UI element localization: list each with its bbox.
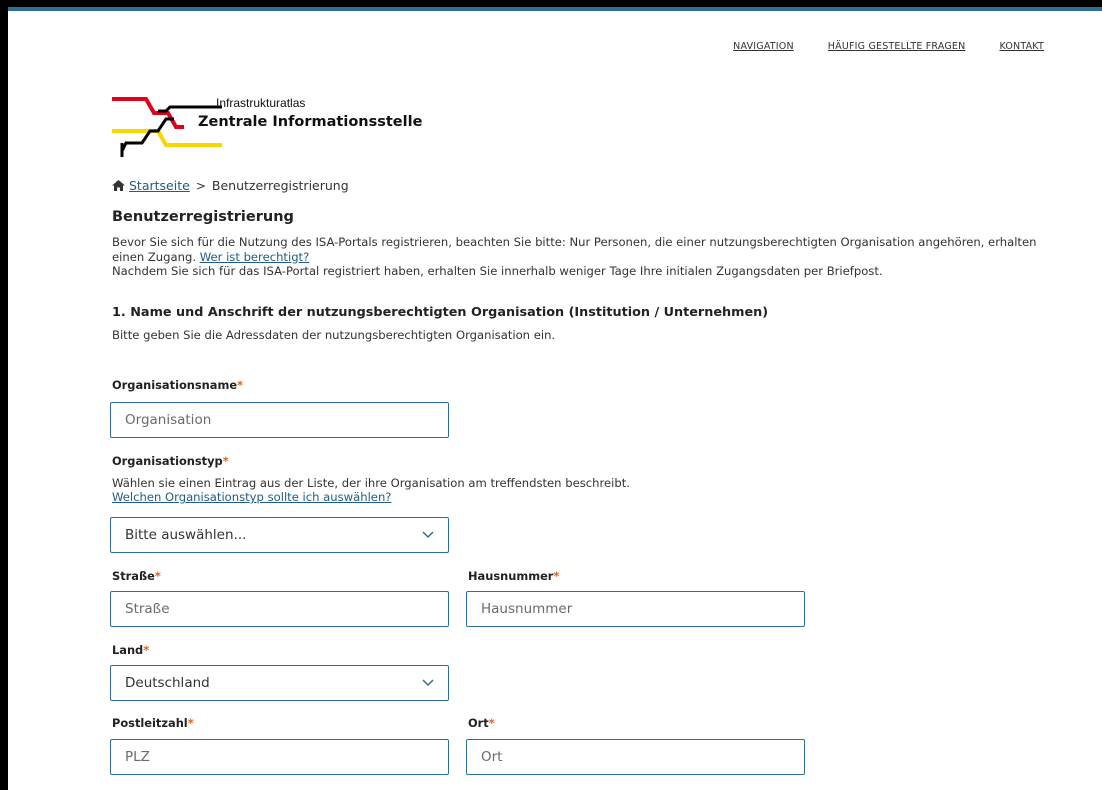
street-label-text: Straße: [112, 569, 155, 583]
logo-subtitle: Infrastrukturatlas: [216, 96, 306, 110]
org-type-label-text: Organisationstyp: [112, 454, 223, 468]
home-icon: [112, 180, 125, 191]
section-subtitle: Bitte geben Sie die Adressdaten der nutz…: [112, 327, 556, 342]
chevron-down-icon: [422, 679, 434, 687]
zip-input[interactable]: [110, 739, 449, 775]
country-label: Land*: [112, 643, 149, 657]
street-label: Straße*: [112, 569, 161, 583]
org-name-label-text: Organisationsname: [112, 378, 238, 392]
org-name-input[interactable]: [110, 402, 449, 438]
required-mark: *: [187, 716, 194, 730]
required-mark: *: [222, 454, 229, 468]
zip-label: Postleitzahl*: [112, 716, 194, 730]
section-title: 1. Name und Anschrift der nutzungsberech…: [112, 304, 769, 320]
org-type-help-text: Wählen sie einen Eintrag aus der Liste, …: [112, 476, 630, 490]
required-mark: *: [154, 569, 161, 583]
house-number-label-text: Hausnummer: [468, 569, 554, 583]
page-title: Benutzerregistrierung: [112, 209, 294, 225]
org-type-selected-value: Bitte auswählen...: [125, 527, 247, 543]
logo-title: Zentrale Informationsstelle: [198, 114, 423, 130]
city-label: Ort*: [468, 716, 495, 730]
breadcrumb-current: Benutzerregistrierung: [211, 178, 349, 193]
top-navigation: NAVIGATION HÄUFIG GESTELLTE FRAGEN KONTA…: [699, 41, 1044, 52]
country-label-text: Land: [112, 643, 144, 657]
breadcrumb: Startseite > Benutzerregistrierung: [112, 178, 349, 193]
logo-graphic-icon: [112, 97, 222, 157]
breadcrumb-home-link[interactable]: Startseite: [129, 178, 190, 193]
chevron-right-icon: >: [195, 178, 206, 193]
house-number-input[interactable]: [466, 591, 805, 627]
zip-label-text: Postleitzahl: [112, 716, 188, 730]
nav-link-navigation[interactable]: NAVIGATION: [733, 41, 794, 52]
main-content: Benutzerregistrierung Bevor Sie sich für…: [112, 209, 1072, 342]
country-select[interactable]: Deutschland: [110, 665, 449, 701]
org-type-select[interactable]: Bitte auswählen...: [110, 517, 449, 553]
browser-page: NAVIGATION HÄUFIG GESTELLTE FRAGEN KONTA…: [8, 7, 1102, 790]
required-mark: *: [237, 378, 244, 392]
nav-link-faq[interactable]: HÄUFIG GESTELLTE FRAGEN: [828, 41, 966, 52]
site-logo[interactable]: Infrastrukturatlas Zentrale Informations…: [112, 91, 482, 171]
city-input[interactable]: [466, 739, 805, 775]
org-name-label: Organisationsname*: [112, 378, 243, 392]
org-type-help: Wählen sie einen Eintrag aus der Liste, …: [112, 476, 630, 504]
intro-text: Bevor Sie sich für die Nutzung des ISA-P…: [112, 235, 1072, 279]
required-mark: *: [488, 716, 495, 730]
city-label-text: Ort: [468, 716, 489, 730]
required-mark: *: [143, 643, 150, 657]
country-selected-value: Deutschland: [125, 675, 210, 691]
org-type-label: Organisationstyp*: [112, 454, 229, 468]
chevron-down-icon: [422, 531, 434, 539]
street-input[interactable]: [110, 591, 449, 627]
nav-link-contact[interactable]: KONTAKT: [999, 41, 1044, 52]
org-type-help-link[interactable]: Welchen Organisationstyp sollte ich ausw…: [112, 490, 391, 504]
who-is-eligible-link[interactable]: Wer ist berechtigt?: [200, 250, 310, 264]
intro-text-part2: Nachdem Sie sich für das ISA-Portal regi…: [112, 264, 883, 278]
house-number-label: Hausnummer*: [468, 569, 559, 583]
required-mark: *: [553, 569, 560, 583]
